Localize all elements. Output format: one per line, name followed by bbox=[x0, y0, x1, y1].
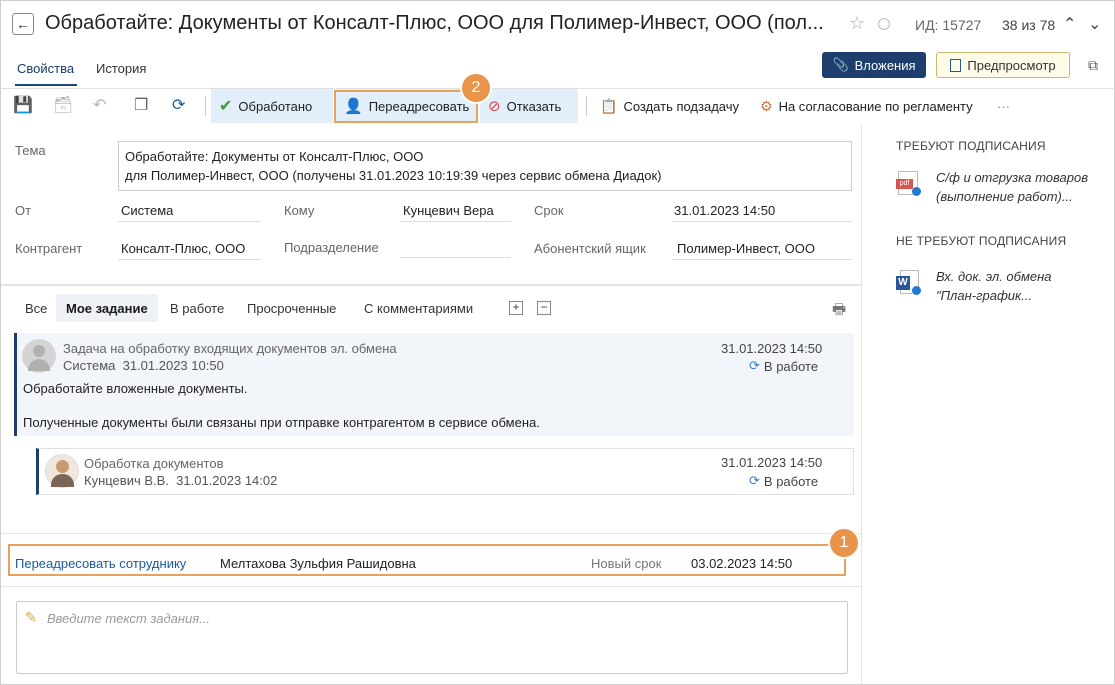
card-status: ⟳ В работе bbox=[749, 473, 819, 489]
forward-employee[interactable]: Мелтахова Зульфия Рашидовна bbox=[220, 556, 416, 571]
card-status: ⟳ В работе bbox=[749, 358, 819, 374]
attachments-button[interactable]: 📎 Вложения bbox=[822, 52, 926, 78]
copy-icon[interactable]: ❐ bbox=[134, 95, 148, 115]
new-deadline-value[interactable]: 03.02.2023 14:50 bbox=[691, 556, 792, 571]
section-divider bbox=[1, 284, 861, 286]
save-close-icon[interactable]: 🗃 bbox=[53, 95, 73, 115]
star-icon[interactable]: ☆ bbox=[849, 13, 865, 34]
word-doc-icon[interactable]: W bbox=[896, 268, 922, 298]
card-title: Обработка документов bbox=[84, 456, 224, 471]
filter-all[interactable]: Все bbox=[25, 301, 47, 316]
card-date: 31.01.2023 14:50 bbox=[721, 455, 823, 470]
mailbox-field[interactable]: Полимер-Инвест, ООО bbox=[672, 241, 852, 260]
more-button[interactable]: ··· bbox=[989, 89, 1018, 123]
forward-highlight bbox=[334, 90, 478, 123]
counterparty-label: Контрагент bbox=[15, 241, 83, 256]
page-title: Обработайте: Документы от Консалт-Плюс, … bbox=[45, 12, 824, 34]
sign-required-heading: ТРЕБУЮТ ПОДПИСАНИЯ bbox=[896, 139, 1046, 153]
new-deadline-label: Новый срок bbox=[591, 556, 662, 571]
check-icon: ✔ bbox=[219, 98, 233, 115]
section-divider bbox=[1, 586, 861, 587]
tab-properties[interactable]: Свойства bbox=[17, 61, 74, 76]
sign-not-required-heading: НЕ ТРЕБУЮТ ПОДПИСАНИЯ bbox=[896, 234, 1067, 248]
from-field[interactable]: Система bbox=[118, 203, 261, 222]
reject-label: Отказать bbox=[506, 98, 562, 114]
deadline-label: Срок bbox=[534, 203, 564, 218]
document-id: ИД: 15727 bbox=[915, 17, 982, 33]
save-icon[interactable]: 💾 bbox=[13, 95, 33, 115]
tab-history[interactable]: История bbox=[96, 61, 146, 76]
callout-badge-1: 1 bbox=[828, 527, 860, 559]
subject-field[interactable]: Обработайте: Документы от Консалт-Плюс, … bbox=[118, 141, 852, 191]
back-arrow-icon[interactable]: ← bbox=[12, 13, 34, 35]
approval-label: На согласование по регламенту bbox=[778, 98, 973, 114]
in-progress-icon: ⟳ bbox=[749, 473, 760, 488]
document-link[interactable]: С/ф и отгрузка товаров (выполнение работ… bbox=[936, 168, 1088, 206]
pdf-icon[interactable]: pdf bbox=[896, 169, 922, 199]
preview-button[interactable]: Предпросмотр bbox=[936, 52, 1070, 78]
expand-all-icon[interactable]: + bbox=[509, 301, 523, 315]
avatar bbox=[45, 454, 79, 488]
refresh-icon[interactable]: ⟳ bbox=[172, 95, 185, 115]
filter-my-task[interactable]: Мое задание bbox=[66, 301, 148, 316]
paperclip-icon: 📎 bbox=[832, 57, 849, 72]
pencil-icon: ✎ bbox=[25, 609, 37, 625]
reject-button[interactable]: ⊘ Отказать bbox=[480, 89, 578, 123]
document-link[interactable]: Вх. док. эл. обмена "План-график... bbox=[936, 267, 1051, 305]
filter-overdue[interactable]: Просроченные bbox=[247, 301, 336, 316]
toolbar-divider bbox=[586, 96, 587, 116]
done-button[interactable]: ✔ Обработано bbox=[211, 89, 333, 123]
done-label: Обработано bbox=[238, 98, 313, 114]
department-field[interactable] bbox=[400, 240, 511, 258]
card-title: Задача на обработку входящих документов … bbox=[63, 341, 397, 356]
panel-divider bbox=[861, 124, 862, 684]
to-field[interactable]: Кунцевич Вера bbox=[400, 203, 511, 222]
subject-label: Тема bbox=[15, 143, 46, 158]
popout-icon[interactable]: ⧉ bbox=[1088, 57, 1098, 74]
task-input-placeholder: Введите текст задания... bbox=[47, 611, 211, 626]
card-text-2: Полученные документы были связаны при от… bbox=[23, 415, 540, 430]
card-author: Система 31.01.2023 10:50 bbox=[63, 358, 224, 373]
subtask-label: Создать подзадачу bbox=[623, 98, 740, 114]
counterparty-field[interactable]: Консалт-Плюс, ООО bbox=[118, 241, 261, 260]
approval-button[interactable]: ⚙ На согласование по регламенту bbox=[752, 89, 981, 123]
approval-icon: ⚙ bbox=[760, 97, 773, 114]
chevron-down-icon[interactable]: ⌄ bbox=[1088, 14, 1101, 34]
reject-icon: ⊘ bbox=[488, 98, 501, 115]
collapse-all-icon[interactable]: − bbox=[537, 301, 551, 315]
attachments-label: Вложения bbox=[854, 57, 916, 73]
toolbar-divider bbox=[205, 96, 206, 116]
record-counter: 38 из 78 bbox=[1002, 17, 1056, 33]
deadline-field[interactable]: 31.01.2023 14:50 bbox=[672, 203, 852, 222]
department-label: Подразделение bbox=[284, 240, 379, 255]
to-label: Кому bbox=[284, 203, 315, 218]
subtask-icon: 📋 bbox=[600, 97, 618, 114]
status-circle-icon[interactable] bbox=[878, 18, 890, 30]
filter-in-progress[interactable]: В работе bbox=[170, 301, 224, 316]
active-tab-indicator bbox=[15, 84, 77, 86]
card-text-1: Обработайте вложенные документы. bbox=[23, 381, 248, 396]
avatar bbox=[22, 339, 56, 373]
in-progress-icon: ⟳ bbox=[749, 358, 760, 373]
mailbox-label: Абонентский ящик bbox=[534, 241, 646, 256]
subject-line-2: для Полимер-Инвест, ООО (получены 31.01.… bbox=[125, 168, 662, 183]
printer-icon[interactable]: 🖶 bbox=[832, 299, 846, 324]
chevron-up-icon[interactable]: ⌃ bbox=[1063, 14, 1076, 34]
card-author: Кунцевич В.В. 31.01.2023 14:02 bbox=[84, 473, 278, 488]
preview-label: Предпросмотр bbox=[967, 57, 1056, 73]
filter-with-comments[interactable]: С комментариями bbox=[364, 301, 473, 316]
card-date: 31.01.2023 14:50 bbox=[721, 341, 823, 356]
from-label: От bbox=[15, 203, 32, 218]
preview-icon bbox=[950, 58, 962, 72]
create-subtask-button[interactable]: 📋 Создать подзадачу bbox=[592, 89, 747, 123]
callout-badge-2: 2 bbox=[460, 72, 492, 104]
subject-line-1: Обработайте: Документы от Консалт-Плюс, … bbox=[125, 149, 424, 164]
forward-link[interactable]: Переадресовать сотруднику bbox=[15, 556, 186, 571]
section-divider bbox=[1, 533, 861, 534]
undo-icon[interactable]: ↶ bbox=[93, 95, 106, 115]
